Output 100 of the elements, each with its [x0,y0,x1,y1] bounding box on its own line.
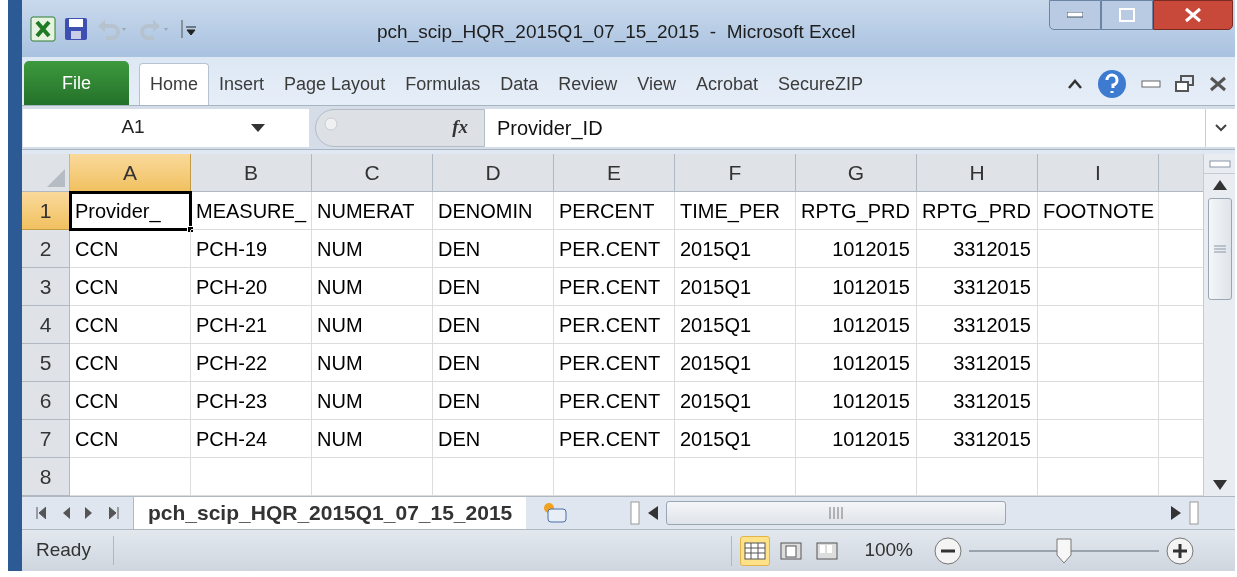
column-header[interactable]: G [796,154,917,192]
row-header[interactable]: 4 [22,306,70,344]
grip-icon [1213,245,1226,253]
collapse-ribbon-icon[interactable] [1067,78,1083,90]
table-cell: PER.CENT [554,306,675,344]
table-cell: PCH-24 [191,420,312,458]
ribbon-tab[interactable]: Acrobat [685,63,768,105]
row-header[interactable]: 3 [22,268,70,306]
scroll-right-icon[interactable] [1171,506,1181,520]
ribbon-tab[interactable]: Formulas [395,63,491,105]
table-cell: TIME_PER [675,192,796,230]
table-cell: NUM [312,306,433,344]
row-header[interactable]: 8 [22,458,70,496]
column-header[interactable]: H [917,154,1038,192]
split-handle-icon[interactable] [630,501,641,525]
ribbon-tab[interactable]: SecureZIP [767,63,873,105]
horizontal-scrollbar[interactable] [666,501,1007,525]
column-header[interactable]: D [433,154,554,192]
zoom-slider-thumb[interactable] [1056,537,1072,564]
table-cell: 2015Q1 [675,382,796,420]
zoom-out-icon[interactable] [933,535,963,566]
table-cell: CCN [70,344,191,382]
table-cell: 3312015 [917,268,1038,306]
expand-formula-icon[interactable] [1214,123,1227,132]
split-handle-icon[interactable] [1208,159,1231,168]
name-box[interactable]: A1 [23,108,309,147]
status-text: Ready [22,536,114,565]
ribbon-tab[interactable]: View [627,63,686,105]
table-cell: 1012015 [796,306,917,344]
ribbon-tab[interactable]: Data [490,63,549,105]
close-button[interactable] [1153,0,1233,30]
ribbon-tab[interactable]: Page Layout [274,63,396,105]
ribbon-tab[interactable]: Review [548,63,628,105]
table-cell: PCH-20 [191,268,312,306]
ribbon-tab[interactable]: Insert [209,63,275,105]
table-cell: 1012015 [796,382,917,420]
vertical-scrollbar[interactable] [1203,154,1235,496]
table-cell: NUM [312,268,433,306]
zoom-in-icon[interactable] [1165,535,1195,566]
split-handle-icon[interactable] [1189,501,1199,525]
zoom-slider[interactable] [969,537,1159,564]
file-tab[interactable]: File [24,61,129,105]
column-header[interactable]: E [554,154,675,192]
zoom-level[interactable]: 100% [864,536,913,565]
table-cell: CCN [70,268,191,306]
row-header[interactable]: 1 [22,192,70,230]
column-header[interactable]: F [675,154,796,192]
table-cell: PER.CENT [554,420,675,458]
scroll-down-icon[interactable] [1212,480,1227,490]
table-cell: NUM [312,382,433,420]
table-cell: NUM [312,420,433,458]
next-sheet-icon[interactable] [85,507,94,519]
table-cell: 2015Q1 [675,230,796,268]
formula-field[interactable]: Provider_ID [485,108,1205,147]
table-cell: PCH-22 [191,344,312,382]
table-cell: NUMERAT [312,192,433,230]
scroll-thumb[interactable] [1207,198,1232,300]
table-cell: 2015Q1 [675,268,796,306]
column-header[interactable]: I [1038,154,1159,192]
table-cell: PER.CENT [554,344,675,382]
minimize-button[interactable] [1049,0,1101,30]
table-cell: DEN [433,268,554,306]
row-header[interactable]: 7 [22,420,70,458]
table-cell: 3312015 [917,306,1038,344]
column-header[interactable]: B [191,154,312,192]
scroll-left-icon[interactable] [648,506,659,520]
restore-icon[interactable] [1175,75,1195,93]
help-icon[interactable] [1097,69,1127,99]
close-icon[interactable] [1209,76,1227,92]
row-header[interactable]: 2 [22,230,70,268]
sheet-tab[interactable]: pch_scip_HQR_2015Q1_07_15_2015 [134,497,527,529]
first-sheet-icon[interactable] [35,507,46,519]
row-header[interactable]: 6 [22,382,70,420]
view-button[interactable] [740,535,771,566]
previous-sheet-icon[interactable] [61,507,70,519]
table-cell: PCH-23 [191,382,312,420]
table-cell: 2015Q1 [675,306,796,344]
grip-icon [829,507,844,519]
save-icon[interactable] [64,16,88,41]
fill-handle[interactable] [187,226,194,233]
window-title: pch_scip_HQR_2015Q1_07_15_2015 - Microsoft Excel [377,20,856,45]
ribbon-tab[interactable]: Home [139,63,209,105]
table-cell: 3312015 [917,230,1038,268]
table-cell: CCN [70,306,191,344]
close-icon [1184,7,1202,23]
spreadsheet-app-icon[interactable] [30,15,56,42]
row-header[interactable]: 5 [22,344,70,382]
minimize-icon[interactable] [1141,79,1161,89]
table-cell: DENOMIN [433,192,554,230]
column-header[interactable]: C [312,154,433,192]
table-cell: DEN [433,306,554,344]
insert-function-button[interactable]: fx [452,113,468,142]
table-cell: 3312015 [917,344,1038,382]
scroll-up-icon[interactable] [1212,180,1227,190]
table-cell: DEN [433,344,554,382]
table-cell: NUM [312,344,433,382]
maximize-button[interactable] [1101,0,1153,30]
last-sheet-icon[interactable] [109,507,120,519]
customize-menu-icon[interactable] [180,17,198,40]
column-header[interactable]: A [70,154,191,192]
